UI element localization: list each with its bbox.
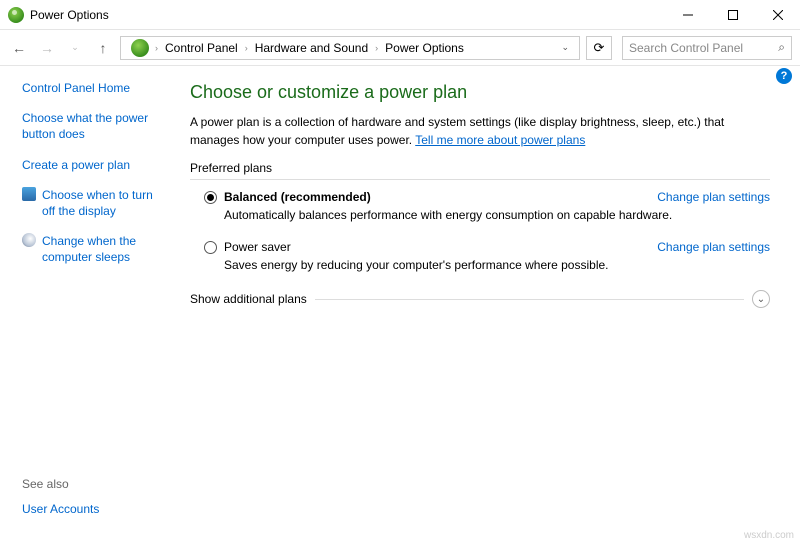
expand-button[interactable]: ⌄ bbox=[752, 290, 770, 308]
plan-radio-balanced[interactable] bbox=[204, 191, 217, 204]
back-button[interactable]: ← bbox=[8, 37, 30, 59]
up-button[interactable]: ↑ bbox=[92, 37, 114, 59]
monitor-icon bbox=[22, 187, 36, 201]
change-plan-settings-link[interactable]: Change plan settings bbox=[657, 240, 770, 254]
show-additional-plans[interactable]: Show additional plans ⌄ bbox=[190, 290, 770, 308]
minimize-icon bbox=[683, 10, 693, 20]
refresh-button[interactable]: ⟳ bbox=[586, 36, 612, 60]
sidebar-link-label: Change when the computer sleeps bbox=[42, 233, 168, 265]
breadcrumb-item[interactable]: Power Options bbox=[382, 39, 467, 57]
search-icon: ⌕ bbox=[778, 40, 785, 55]
forward-button[interactable]: → bbox=[36, 37, 58, 59]
sidebar-link[interactable]: Choose what the power button does bbox=[22, 110, 168, 142]
plan-description: Automatically balances performance with … bbox=[224, 208, 770, 222]
power-options-icon bbox=[8, 7, 24, 23]
power-options-icon bbox=[131, 39, 149, 57]
search-placeholder: Search Control Panel bbox=[629, 41, 778, 55]
sidebar-link[interactable]: Create a power plan bbox=[22, 157, 168, 173]
search-input[interactable]: Search Control Panel ⌕ bbox=[622, 36, 792, 60]
change-plan-settings-link[interactable]: Change plan settings bbox=[657, 190, 770, 204]
chevron-down-icon: ⌄ bbox=[757, 294, 765, 305]
navbar: ← → ⌄ ↑ › Control Panel › Hardware and S… bbox=[0, 30, 800, 66]
watermark: wsxdn.com bbox=[744, 530, 794, 541]
content-body: Control Panel Home Choose what the power… bbox=[0, 66, 800, 545]
window-controls bbox=[665, 0, 800, 29]
close-icon bbox=[773, 10, 783, 20]
divider bbox=[315, 299, 744, 300]
chevron-right-icon: › bbox=[155, 43, 158, 53]
sidebar: Control Panel Home Choose what the power… bbox=[0, 66, 180, 545]
learn-more-link[interactable]: Tell me more about power plans bbox=[415, 133, 585, 147]
plan-radio-power-saver[interactable] bbox=[204, 241, 217, 254]
recent-dropdown[interactable]: ⌄ bbox=[64, 37, 86, 59]
page-heading: Choose or customize a power plan bbox=[190, 82, 770, 103]
sidebar-link[interactable]: Choose when to turn off the display bbox=[22, 187, 168, 219]
chevron-right-icon: › bbox=[375, 43, 378, 53]
preferred-plans-label: Preferred plans bbox=[190, 161, 770, 175]
show-more-label: Show additional plans bbox=[190, 292, 307, 306]
titlebar: Power Options bbox=[0, 0, 800, 30]
page-description: A power plan is a collection of hardware… bbox=[190, 113, 770, 149]
moon-icon bbox=[22, 233, 36, 247]
power-plan-row: Power saver Change plan settings bbox=[190, 240, 770, 254]
window-title: Power Options bbox=[30, 8, 665, 22]
breadcrumb[interactable]: › Control Panel › Hardware and Sound › P… bbox=[120, 36, 580, 60]
control-panel-home-link[interactable]: Control Panel Home bbox=[22, 80, 168, 96]
power-plan-row: Balanced (recommended) Change plan setti… bbox=[190, 190, 770, 204]
close-button[interactable] bbox=[755, 0, 800, 29]
maximize-button[interactable] bbox=[710, 0, 755, 29]
divider bbox=[190, 179, 770, 180]
minimize-button[interactable] bbox=[665, 0, 710, 29]
main-panel: Choose or customize a power plan A power… bbox=[180, 66, 800, 545]
chevron-down-icon[interactable]: ⌄ bbox=[557, 42, 573, 53]
sidebar-link-label: Choose when to turn off the display bbox=[42, 187, 168, 219]
chevron-right-icon: › bbox=[245, 43, 248, 53]
plan-description: Saves energy by reducing your computer's… bbox=[224, 258, 770, 272]
help-button[interactable]: ? bbox=[776, 68, 792, 84]
plan-name[interactable]: Power saver bbox=[224, 240, 657, 254]
refresh-icon: ⟳ bbox=[594, 40, 605, 56]
breadcrumb-item[interactable]: Hardware and Sound bbox=[252, 39, 371, 57]
sidebar-link[interactable]: Change when the computer sleeps bbox=[22, 233, 168, 265]
plan-name[interactable]: Balanced (recommended) bbox=[224, 190, 657, 204]
help-icon: ? bbox=[781, 70, 788, 82]
see-also-label: See also bbox=[22, 477, 168, 491]
see-also-link[interactable]: User Accounts bbox=[22, 501, 168, 517]
maximize-icon bbox=[728, 10, 738, 20]
breadcrumb-item[interactable]: Control Panel bbox=[162, 39, 241, 57]
